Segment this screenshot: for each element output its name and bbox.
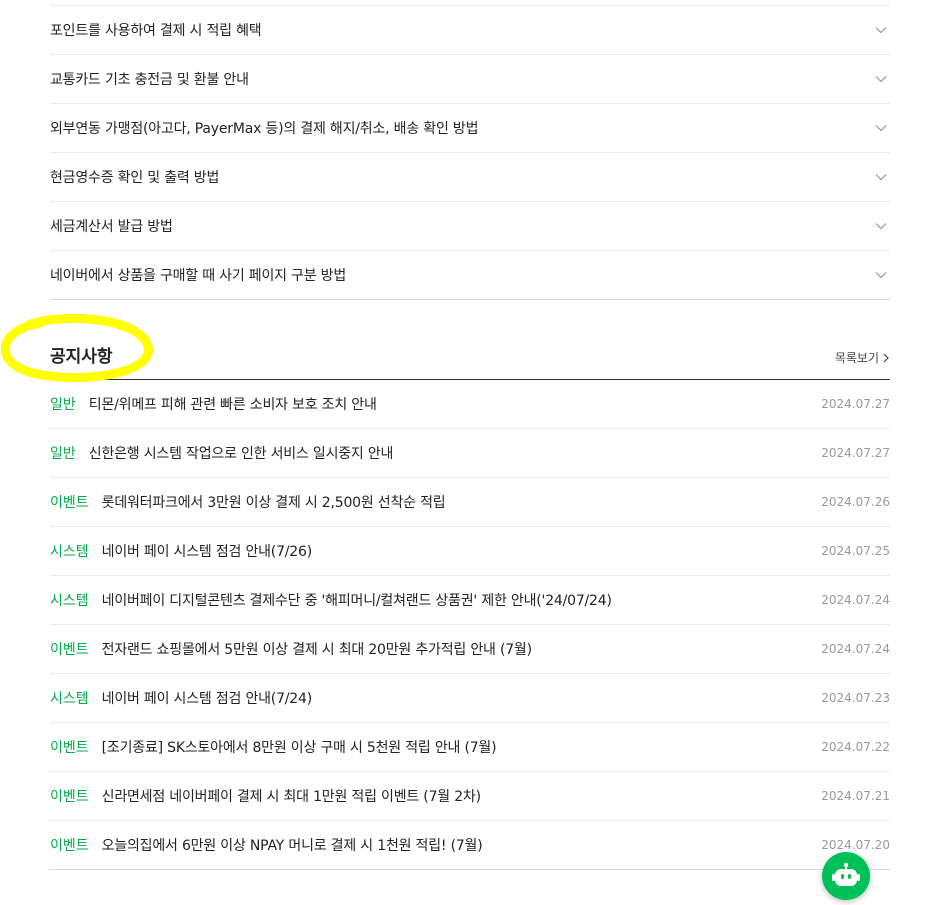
chevron-down-icon	[875, 76, 887, 83]
notice-row[interactable]: 시스템 네이버 페이 시스템 점검 안내(7/26) 2024.07.25	[50, 527, 890, 576]
notice-row[interactable]: 이벤트 신라면세점 네이버페이 결제 시 최대 1만원 적립 이벤트 (7월 2차…	[50, 772, 890, 821]
notice-category: 시스템	[50, 593, 89, 609]
content-wrapper: 포인트를 사용하여 결제 시 적립 혜택 교통카드 기초 충전금 및 환불 안내…	[50, 0, 890, 870]
faq-item[interactable]: 현금영수증 확인 및 출력 방법	[50, 153, 890, 202]
notice-title: 신라면세점 네이버페이 결제 시 최대 1만원 적립 이벤트 (7월 2차)	[101, 789, 481, 805]
notice-section-title: 공지사항	[50, 347, 113, 367]
notice-date: 2024.07.24	[821, 642, 890, 656]
faq-question: 네이버에서 상품을 구매할 때 사기 페이지 구분 방법	[50, 268, 347, 284]
faq-question: 포인트를 사용하여 결제 시 적립 혜택	[50, 23, 262, 39]
notice-category: 이벤트	[50, 740, 89, 756]
chevron-down-icon	[875, 125, 887, 132]
notice-row[interactable]: 이벤트 전자랜드 쇼핑몰에서 5만원 이상 결제 시 최대 20만원 추가적립 안…	[50, 625, 890, 674]
notice-row[interactable]: 시스템 네이버 페이 시스템 점검 안내(7/24) 2024.07.23	[50, 674, 890, 723]
notice-title: 티몬/위메프 피해 관련 빠른 소비자 보호 조치 안내	[88, 397, 377, 413]
faq-question: 교통카드 기초 충전금 및 환불 안내	[50, 72, 249, 88]
notice-date: 2024.07.26	[821, 495, 890, 509]
notice-category: 이벤트	[50, 789, 89, 805]
notice-list: 일반 티몬/위메프 피해 관련 빠른 소비자 보호 조치 안내 2024.07.2…	[50, 380, 890, 870]
notice-category: 일반	[50, 397, 76, 413]
notice-row[interactable]: 시스템 네이버페이 디지털콘텐츠 결제수단 중 '해피머니/컬쳐랜드 상품권' 제…	[50, 576, 890, 625]
notice-title: 네이버 페이 시스템 점검 안내(7/24)	[101, 691, 313, 707]
notice-category: 시스템	[50, 691, 89, 707]
faq-question: 외부연동 가맹점(아고다, PayerMax 등)의 결제 해지/취소, 배송 …	[50, 121, 479, 137]
more-link-label: 목록보기	[834, 351, 879, 365]
faq-list: 포인트를 사용하여 결제 시 적립 혜택 교통카드 기초 충전금 및 환불 안내…	[50, 5, 890, 300]
chatbot-button[interactable]	[822, 852, 870, 900]
notice-date: 2024.07.20	[821, 838, 890, 852]
notice-title: 롯데워터파크에서 3만원 이상 결제 시 2,500원 선착순 적립	[101, 495, 446, 511]
chevron-down-icon	[875, 223, 887, 230]
notice-row[interactable]: 이벤트 오늘의집에서 6만원 이상 NPAY 머니로 결제 시 1천원 적립! (…	[50, 821, 890, 870]
notice-date: 2024.07.27	[821, 397, 890, 411]
notice-title: 네이버페이 디지털콘텐츠 결제수단 중 '해피머니/컬쳐랜드 상품권' 제한 안…	[101, 593, 612, 609]
notice-row[interactable]: 이벤트 [조기종료] SK스토아에서 8만원 이상 구매 시 5천원 적립 안내 …	[50, 723, 890, 772]
notice-date: 2024.07.22	[821, 740, 890, 754]
faq-item[interactable]: 포인트를 사용하여 결제 시 적립 혜택	[50, 6, 890, 55]
notice-date: 2024.07.23	[821, 691, 890, 705]
notice-more-link[interactable]: 목록보기	[835, 349, 890, 366]
chatbot-icon	[832, 862, 860, 886]
faq-item[interactable]: 교통카드 기초 충전금 및 환불 안내	[50, 55, 890, 104]
faq-item[interactable]: 외부연동 가맹점(아고다, PayerMax 등)의 결제 해지/취소, 배송 …	[50, 104, 890, 153]
notice-title: 네이버 페이 시스템 점검 안내(7/26)	[101, 544, 313, 560]
notice-title: [조기종료] SK스토아에서 8만원 이상 구매 시 5천원 적립 안내 (7월…	[101, 740, 497, 756]
notice-date: 2024.07.27	[821, 446, 890, 460]
notice-category: 이벤트	[50, 642, 89, 658]
notice-title: 신한은행 시스템 작업으로 인한 서비스 일시중지 안내	[88, 446, 394, 462]
notice-category: 이벤트	[50, 495, 89, 511]
chevron-down-icon	[875, 174, 887, 181]
faq-item[interactable]: 세금계산서 발급 방법	[50, 202, 890, 251]
chevron-down-icon	[875, 27, 887, 34]
notice-category: 일반	[50, 446, 76, 462]
faq-question: 현금영수증 확인 및 출력 방법	[50, 170, 220, 186]
notice-title: 오늘의집에서 6만원 이상 NPAY 머니로 결제 시 1천원 적립! (7월)	[101, 838, 483, 854]
notice-header: 공지사항 목록보기	[50, 347, 890, 380]
notice-title: 전자랜드 쇼핑몰에서 5만원 이상 결제 시 최대 20만원 추가적립 안내 (…	[101, 642, 532, 658]
notice-category: 시스템	[50, 544, 89, 560]
notice-date: 2024.07.25	[821, 544, 890, 558]
notice-category: 이벤트	[50, 838, 89, 854]
faq-question: 세금계산서 발급 방법	[50, 219, 173, 235]
faq-item[interactable]: 네이버에서 상품을 구매할 때 사기 페이지 구분 방법	[50, 251, 890, 300]
notice-row[interactable]: 일반 신한은행 시스템 작업으로 인한 서비스 일시중지 안내 2024.07.2…	[50, 429, 890, 478]
chevron-right-icon	[883, 353, 889, 362]
notice-date: 2024.07.24	[821, 593, 890, 607]
notice-row[interactable]: 이벤트 롯데워터파크에서 3만원 이상 결제 시 2,500원 선착순 적립 20…	[50, 478, 890, 527]
notice-row[interactable]: 일반 티몬/위메프 피해 관련 빠른 소비자 보호 조치 안내 2024.07.2…	[50, 380, 890, 429]
chevron-down-icon	[875, 272, 887, 279]
notice-date: 2024.07.21	[821, 789, 890, 803]
